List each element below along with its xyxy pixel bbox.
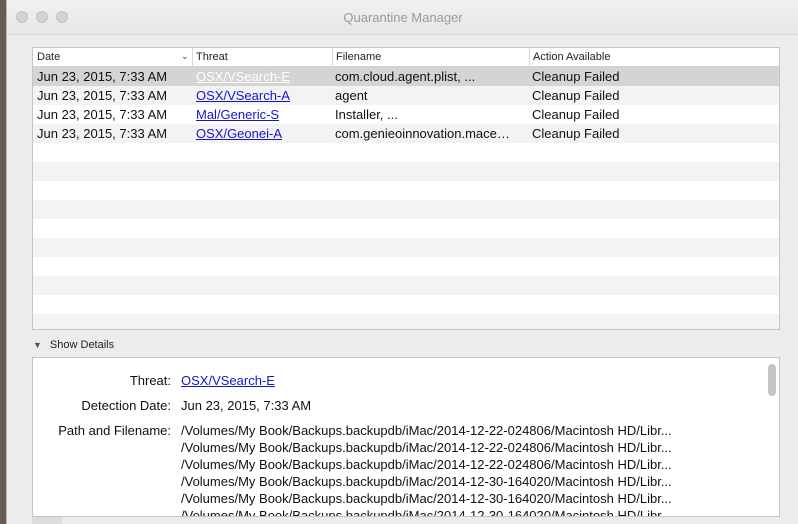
quarantine-table[interactable]: Date ⌄ Threat Filename Action Available … — [32, 47, 780, 330]
empty-row — [33, 219, 779, 238]
empty-row — [33, 276, 779, 295]
row-filename: Installer, ... — [335, 107, 398, 122]
empty-row — [33, 162, 779, 181]
column-header-filename[interactable]: Filename — [332, 48, 529, 66]
quarantine-manager-window: Quarantine Manager Date ⌄ Threat Filenam… — [6, 0, 798, 524]
row-date: Jun 23, 2015, 7:33 AM — [37, 126, 168, 141]
path-line: /Volumes/My Book/Backups.backupdb/iMac/2… — [181, 423, 672, 438]
show-details-label[interactable]: Show Details — [50, 339, 114, 351]
row-date: Jun 23, 2015, 7:33 AM — [37, 107, 168, 122]
empty-row — [33, 295, 779, 314]
row-action: Cleanup Failed — [532, 107, 620, 122]
details-panel: Threat: OSX/VSearch-E Detection Date: Ju… — [32, 357, 780, 517]
row-threat-link[interactable]: OSX/Geonei-A — [196, 126, 282, 141]
path-line: /Volumes/My Book/Backups.backupdb/iMac/2… — [181, 440, 672, 455]
table-row[interactable]: Jun 23, 2015, 7:33 AM OSX/VSearch-A agen… — [33, 86, 779, 105]
detection-date-label: Detection Date: — [81, 398, 171, 413]
table-row[interactable]: Jun 23, 2015, 7:33 AM OSX/VSearch-E com.… — [33, 67, 779, 86]
row-action: Cleanup Failed — [532, 126, 620, 141]
column-header-date[interactable]: Date — [37, 51, 60, 63]
row-filename: agent — [335, 88, 368, 103]
row-filename: com.genieoinnovation.mace… — [335, 126, 510, 141]
window-title: Quarantine Manager — [343, 10, 463, 25]
row-threat-link[interactable]: Mal/Generic-S — [196, 107, 279, 122]
table-header: Date ⌄ Threat Filename Action Available — [33, 48, 779, 67]
row-filename: com.cloud.agent.plist, ... — [335, 69, 476, 84]
details-scrollbar[interactable] — [768, 364, 776, 396]
disclosure-triangle-icon[interactable]: ▼ — [33, 340, 42, 350]
table-body: Jun 23, 2015, 7:33 AM OSX/VSearch-E com.… — [33, 67, 779, 329]
detection-date-value: Jun 23, 2015, 7:33 AM — [181, 398, 312, 413]
row-date: Jun 23, 2015, 7:33 AM — [37, 69, 168, 84]
empty-row — [33, 257, 779, 276]
path-filename-label: Path and Filename: — [58, 423, 171, 438]
threat-label: Threat: — [129, 373, 171, 388]
threat-value-link[interactable]: OSX/VSearch-E — [181, 373, 275, 388]
path-line: /Volumes/My Book/Backups.backupdb/iMac/2… — [181, 474, 672, 489]
row-date: Jun 23, 2015, 7:33 AM — [37, 88, 168, 103]
path-line: /Volumes/My Book/Backups.backupdb/iMac/2… — [181, 508, 672, 517]
row-threat-link[interactable]: OSX/VSearch-E — [196, 69, 290, 84]
row-action: Cleanup Failed — [532, 88, 620, 103]
empty-row — [33, 181, 779, 200]
title-bar: Quarantine Manager — [7, 0, 798, 35]
row-action: Cleanup Failed — [532, 69, 620, 84]
empty-row — [33, 238, 779, 257]
empty-row — [33, 200, 779, 219]
column-header-action[interactable]: Action Available — [529, 48, 779, 66]
table-row[interactable]: Jun 23, 2015, 7:33 AM Mal/Generic-S Inst… — [33, 105, 779, 124]
column-header-threat[interactable]: Threat — [192, 48, 332, 66]
table-row[interactable]: Jun 23, 2015, 7:33 AM OSX/Geonei-A com.g… — [33, 124, 779, 143]
empty-row — [33, 143, 779, 162]
path-line: /Volumes/My Book/Backups.backupdb/iMac/2… — [181, 457, 672, 472]
chevron-down-icon[interactable]: ⌄ — [181, 51, 189, 62]
show-details-toggle[interactable]: ▼ Show Details — [33, 339, 114, 351]
row-threat-link[interactable]: OSX/VSearch-A — [196, 88, 290, 103]
path-line: /Volumes/My Book/Backups.backupdb/iMac/2… — [181, 491, 672, 506]
empty-row — [33, 314, 779, 329]
bottom-control — [32, 517, 62, 524]
